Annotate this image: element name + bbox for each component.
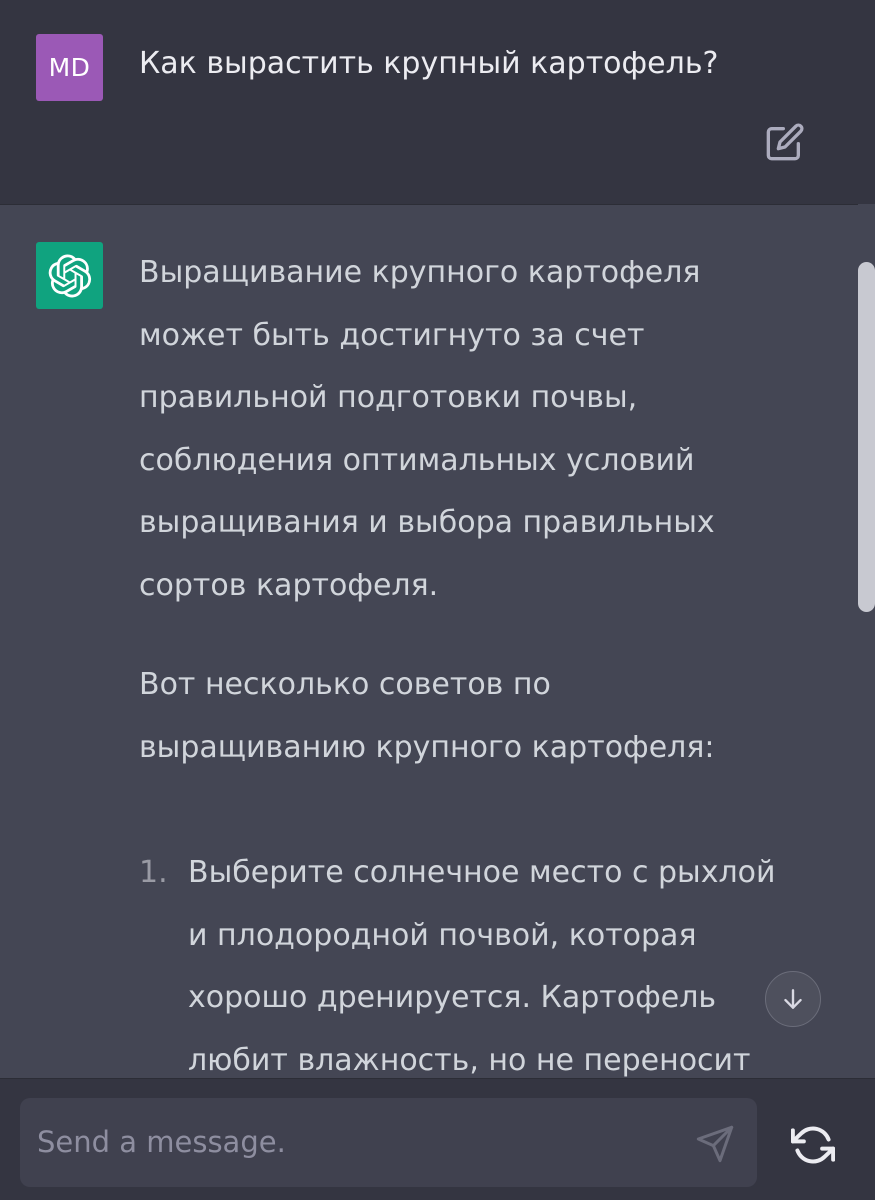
message-input-placeholder: Send a message. [37,1125,286,1159]
chat-page: MD Как вырастить крупный картофель? Выра… [0,0,875,1200]
assistant-paragraph: Выращивание крупного картофеля может быт… [139,255,715,603]
message-input[interactable]: Send a message. [20,1098,757,1187]
scroll-to-bottom-button[interactable] [765,971,821,1027]
list-item-number: 1. [139,855,168,890]
assistant-message: Выращивание крупного картофеля может быт… [0,204,858,1079]
user-avatar-initials: MD [48,53,91,82]
scrollbar-thumb[interactable] [858,262,875,612]
edit-icon[interactable] [765,122,805,162]
send-icon[interactable] [695,1124,735,1164]
refresh-icon[interactable] [791,1123,835,1167]
openai-logo-icon [48,254,91,297]
assistant-avatar [36,242,103,309]
arrow-down-icon [784,989,802,1009]
assistant-paragraph: Вот несколько советов по выращиванию кру… [139,667,715,765]
user-message-text: Как вырастить крупный картофель? [139,46,719,81]
user-avatar: MD [36,34,103,101]
composer-bar: Send a message. [0,1078,875,1200]
user-message: MD Как вырастить крупный картофель? [0,0,875,204]
list-item-text: Выберите солнечное место с рыхлой и плод… [188,855,776,1078]
